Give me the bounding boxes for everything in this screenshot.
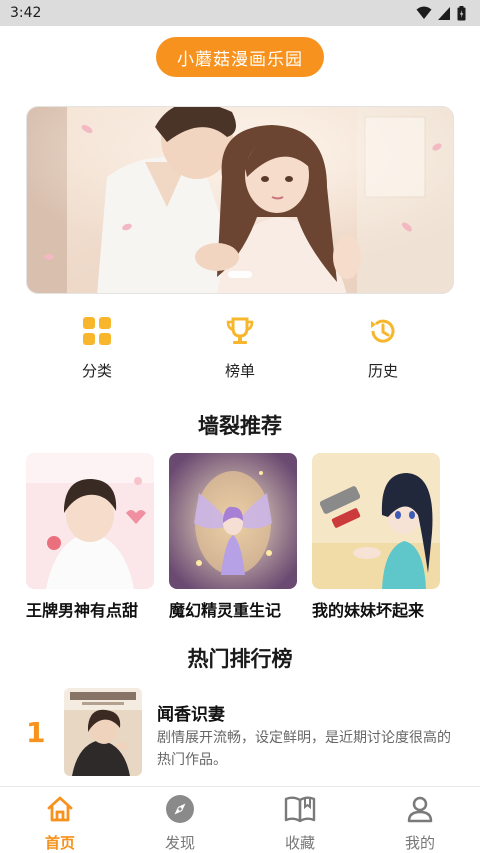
comic-card[interactable]: 王牌男神有点甜	[26, 453, 154, 621]
nav-label: 我的	[404, 834, 435, 852]
trophy-icon	[223, 314, 257, 348]
ranking-description: 剧情展开流畅，设定鲜明，是近期讨论度很高的热门作品。	[157, 730, 451, 768]
quick-action-label: 分类	[81, 362, 112, 380]
recommend-section-title: 墙裂推荐	[198, 414, 282, 438]
nav-favorites[interactable]: 收藏	[240, 787, 360, 853]
banner-page-indicator	[228, 271, 252, 278]
comic-cover	[26, 453, 154, 589]
ranking-cover	[64, 688, 142, 776]
banner-carousel[interactable]	[26, 106, 454, 294]
nav-label: 发现	[164, 834, 195, 852]
status-time: 3:42	[10, 5, 42, 21]
nav-discover[interactable]: 发现	[120, 787, 240, 853]
compass-icon	[164, 793, 196, 824]
quick-action-label: 历史	[367, 362, 398, 380]
status-bar: 3:42	[0, 0, 480, 26]
banner-image	[27, 107, 453, 293]
rank-number: 1	[26, 716, 46, 749]
history-icon	[366, 314, 400, 348]
ranking-title: 闻香识妻	[157, 705, 225, 725]
book-icon	[284, 793, 316, 824]
comic-card[interactable]: 魔幻精灵重生记	[169, 453, 297, 621]
status-icons	[416, 5, 466, 21]
app-title: 小蘑菇漫画乐园	[156, 37, 324, 77]
quick-action-history[interactable]: 历史	[323, 314, 443, 381]
comic-title: 王牌男神有点甜	[26, 601, 139, 620]
comic-card[interactable]: 我的妹妹坏起来	[312, 453, 440, 621]
battery-icon	[457, 5, 466, 20]
home-icon	[44, 793, 76, 824]
bottom-navigation: 首页 发现 收藏 我的	[0, 786, 480, 853]
nav-label: 首页	[44, 834, 75, 852]
grid-icon	[80, 314, 114, 348]
quick-action-ranking[interactable]: 榜单	[180, 314, 300, 381]
comic-cover	[169, 453, 297, 589]
user-icon	[404, 793, 436, 824]
quick-action-label: 榜单	[224, 362, 255, 380]
comic-title: 我的妹妹坏起来	[312, 601, 425, 620]
comic-title: 魔幻精灵重生记	[169, 601, 282, 620]
ranking-list-item[interactable]: 1 闻香识妻 剧情展开流畅，设定鲜明，是近期讨论度很高的热门作品。	[0, 688, 480, 780]
quick-action-category[interactable]: 分类	[37, 314, 157, 381]
wifi-icon	[416, 6, 432, 19]
nav-label: 收藏	[284, 834, 315, 852]
signal-icon	[438, 6, 450, 20]
nav-home[interactable]: 首页	[0, 787, 120, 853]
nav-profile[interactable]: 我的	[360, 787, 480, 853]
ranking-section-title: 热门排行榜	[187, 647, 293, 671]
comic-cover	[312, 453, 440, 589]
